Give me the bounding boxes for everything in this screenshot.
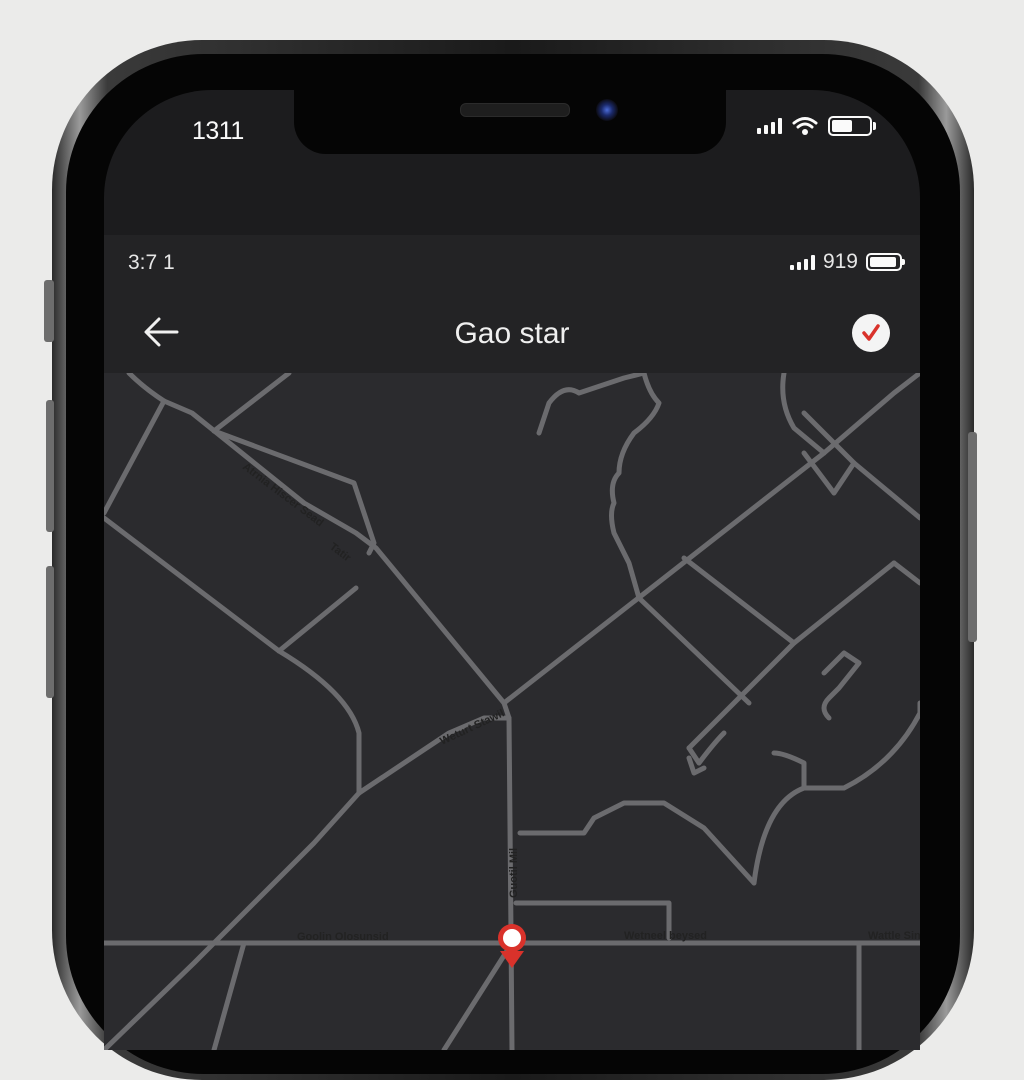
app-battery-icon <box>866 253 905 271</box>
volume-up-button <box>46 400 54 532</box>
wifi-icon <box>792 117 818 135</box>
app-status-time: 3:7 1 <box>128 251 175 274</box>
map-canvas[interactable]: Atrnia Hiscer Sead Tatir Weturt Stawil G… <box>104 373 920 1050</box>
street-label-2: Tatir <box>327 541 353 565</box>
map-view[interactable]: Atrnia Hiscer Sead Tatir Weturt Stawil G… <box>104 373 920 1050</box>
street-label-5: Goolin Olosunsid <box>297 931 389 943</box>
earpiece-speaker <box>460 103 570 117</box>
street-label-7: Wattle Sin <box>868 930 920 942</box>
mute-switch <box>44 280 54 342</box>
app-header: Gao star <box>104 295 920 373</box>
street-label-4: Guotil Mil <box>508 848 520 898</box>
app-status-icons: 919 <box>789 250 905 274</box>
check-icon <box>862 324 880 341</box>
back-button[interactable] <box>134 305 188 359</box>
street-label-6: Wetneel beysed <box>624 930 707 942</box>
page-title: Gao star <box>454 317 570 350</box>
screen: 1311 3:7 1 919 Gao star Atrnia Hiscer Se… <box>104 90 920 1050</box>
volume-down-button <box>46 566 54 698</box>
front-camera <box>596 99 618 121</box>
device-status-icons <box>757 116 876 136</box>
confirm-button[interactable] <box>852 314 890 352</box>
device-clock: 1311 <box>192 117 244 145</box>
street-label-1: Atrnia Hiscer Sead <box>240 461 325 529</box>
power-button <box>968 432 977 642</box>
arrow-left-icon <box>144 317 179 347</box>
app-signal-icon <box>789 254 815 270</box>
battery-icon <box>828 116 876 136</box>
app-status-bar: 3:7 1 919 <box>104 235 920 295</box>
cellular-signal-icon <box>757 118 782 134</box>
street-label-3: Weturt Stawil <box>438 707 506 747</box>
app-status-battery-text: 919 <box>822 250 858 273</box>
notch <box>294 90 726 154</box>
